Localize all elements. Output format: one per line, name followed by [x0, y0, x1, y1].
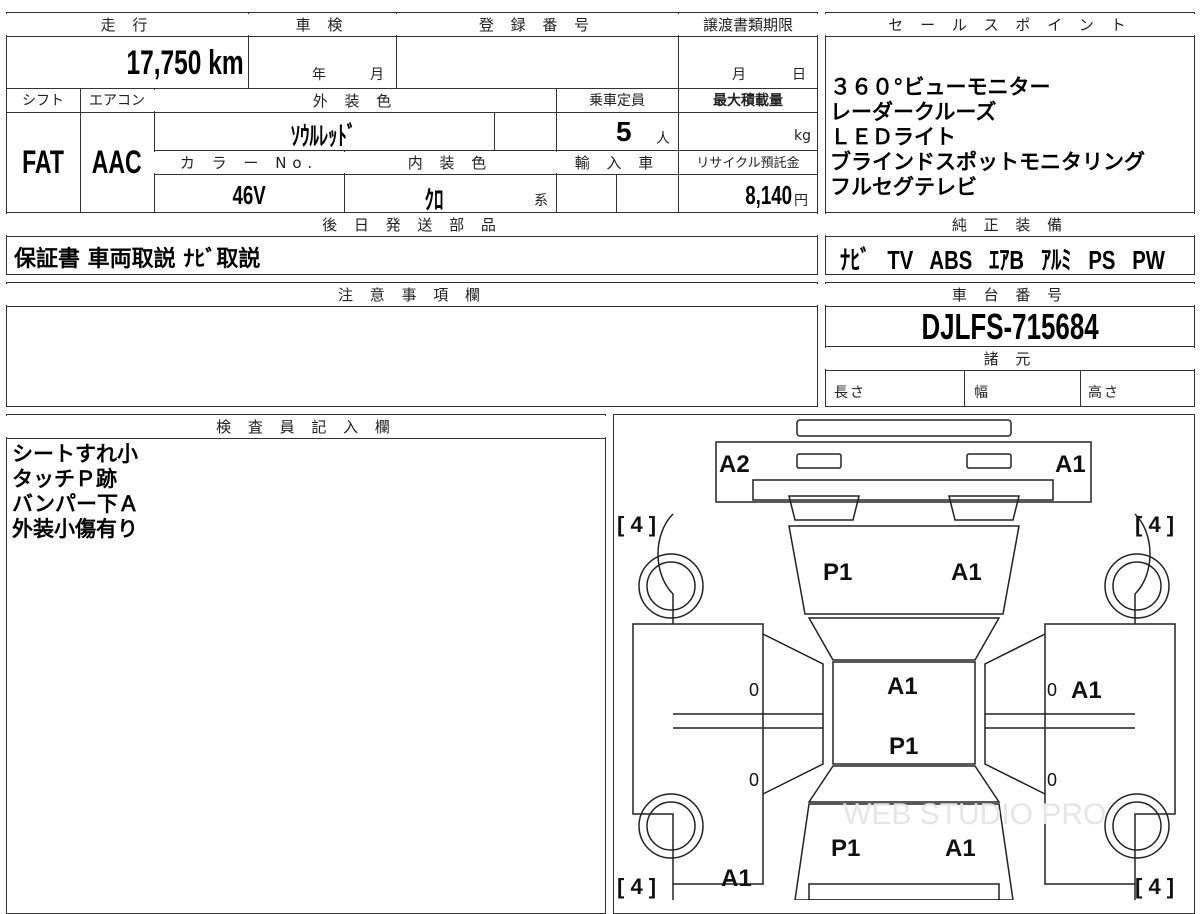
door-mark-rr: 0: [1047, 770, 1057, 790]
inspector-note: タッチＰ跡: [12, 467, 117, 491]
sales-points-header: セ ー ル ス ポ イ ン ト: [825, 14, 1195, 35]
color-no-value: 46V: [154, 180, 344, 211]
equipment-item: ｱﾙﾐ: [1040, 245, 1072, 275]
sales-point-line: ＬＥＤライト: [830, 125, 956, 149]
chassis-number: DJLFS-715684: [825, 306, 1195, 348]
spec-width: 幅: [974, 385, 990, 401]
mark-roof: A1: [887, 673, 918, 700]
equipment-item: ABS: [929, 245, 973, 275]
car-diagram: [ 4 ] [ 4 ] [ 4 ] [ 4 ] A2 A1 P1 A1 A1 A…: [617, 419, 1176, 900]
notes-header: 注 意 事 項 欄: [6, 284, 818, 305]
later-parts-value: 保証書 車両取説 ﾅﾋﾞ取説: [14, 247, 261, 272]
sales-point-line: レーダークルーズ: [830, 100, 997, 124]
interior-color-header: 内 装 色: [344, 152, 556, 173]
color-no-value-text: 46V: [232, 180, 266, 210]
sales-points-list: ３６０°ビューモニター レーダークルーズ ＬＥＤライト ブラインドスポットモニタ…: [830, 75, 1145, 200]
equipment-item: TV: [887, 245, 914, 275]
equipment-item: PS: [1088, 245, 1116, 275]
capacity-header: 乗車定員: [589, 93, 645, 109]
interior-color-suffix: 系: [534, 193, 550, 209]
aircon-value-text: AAC: [92, 144, 142, 180]
color-no-header: カ ラ ー No.: [154, 152, 344, 173]
max-load-header: 最大積載量: [713, 93, 783, 109]
tire-depth-fl: [ 4 ]: [617, 512, 656, 537]
recycle-value-text: 8,140: [745, 180, 792, 210]
mark-roof-rear: P1: [889, 733, 918, 760]
transfer-header-text: 譲渡書類期限: [702, 16, 793, 34]
mark-hood-right: A1: [951, 559, 982, 586]
mileage-value-text: 17,750 km: [126, 44, 244, 82]
shift-header: シフト: [22, 93, 64, 109]
shift-value: FAT: [6, 144, 80, 181]
exterior-color-header: 外 装 色: [154, 90, 556, 111]
door-mark-rf: 0: [1047, 680, 1057, 700]
recycle-value: 8,140: [678, 180, 792, 211]
inspector-note: バンパー下Ａ: [12, 492, 140, 516]
inspector-note: シートすれ小: [12, 442, 138, 466]
tire-depth-rl: [ 4 ]: [617, 874, 656, 899]
mark-front-left-corner: A2: [719, 451, 750, 478]
sales-point-line: ３６０°ビューモニター: [830, 75, 1051, 99]
equipment-header: 純 正 装 備: [825, 214, 1195, 235]
spec-height: 高さ: [1088, 385, 1120, 401]
mark-trunk-left: P1: [831, 835, 860, 862]
mileage-value: 17,750 km: [6, 44, 244, 83]
shaken-year: 年: [312, 67, 328, 83]
equipment-item: ﾅﾋﾞ: [840, 245, 871, 275]
later-parts-header: 後 日 発 送 部 品: [6, 214, 818, 235]
tire-depth-fr: [ 4 ]: [1135, 512, 1174, 537]
capacity-value: 5: [616, 116, 632, 147]
shaken-month: 月: [370, 67, 386, 83]
aircon-value: AAC: [80, 144, 154, 181]
inspector-notes: シートすれ小 タッチＰ跡 バンパー下Ａ 外装小傷有り: [12, 442, 139, 542]
mark-rear-left: A1: [721, 865, 752, 892]
recycle-header: リサイクル預託金: [696, 156, 800, 171]
inspector-header: 検 査 員 記 入 欄: [6, 416, 606, 437]
equipment-item: ｴｱB: [989, 245, 1025, 275]
chassis-number-text: DJLFS-715684: [921, 306, 1099, 347]
transfer-day: 日: [792, 67, 808, 83]
mark-right-front-door: A1: [1071, 677, 1102, 704]
capacity-unit: 人: [656, 131, 672, 147]
exterior-color-value-text: ｿｳﾙﾚｯﾄﾞ: [291, 121, 357, 151]
spec-length: 長さ: [834, 385, 866, 401]
door-mark-lr: 0: [749, 770, 759, 790]
transfer-month: 月: [732, 67, 748, 83]
shaken-header: 車 検: [248, 14, 396, 35]
shift-value-text: FAT: [22, 144, 64, 180]
registration-header: 登 録 番 号: [396, 14, 678, 35]
mark-front-right-corner: A1: [1055, 451, 1086, 478]
tire-depth-rr: [ 4 ]: [1135, 874, 1174, 899]
inspector-note: 外装小傷有り: [12, 517, 138, 541]
import-header: 輸 入 車: [556, 152, 678, 173]
equipment-item: PW: [1132, 245, 1165, 275]
watermark: WEB STUDIO PRO: [843, 798, 1106, 831]
recycle-unit: 円: [794, 193, 808, 209]
exterior-color-value: ｿｳﾙﾚｯﾄﾞ: [154, 116, 494, 153]
door-mark-lf: 0: [749, 680, 759, 700]
specs-header: 諸 元: [825, 348, 1195, 369]
chassis-header: 車 台 番 号: [825, 284, 1195, 305]
transfer-header: 譲渡書類期限: [678, 14, 818, 35]
mark-hood-left: P1: [823, 559, 852, 586]
sales-point-line: フルセグテレビ: [830, 175, 977, 199]
mark-trunk-right: A1: [945, 835, 976, 862]
mileage-header: 走 行: [6, 14, 248, 35]
equipment-list: ﾅﾋﾞ TV ABS ｴｱB ｱﾙﾐ PS PW: [840, 240, 1200, 277]
aircon-header: エアコン: [89, 93, 145, 109]
sales-point-line: ブラインドスポットモニタリング: [830, 150, 1145, 174]
max-load-unit: kg: [794, 128, 811, 144]
